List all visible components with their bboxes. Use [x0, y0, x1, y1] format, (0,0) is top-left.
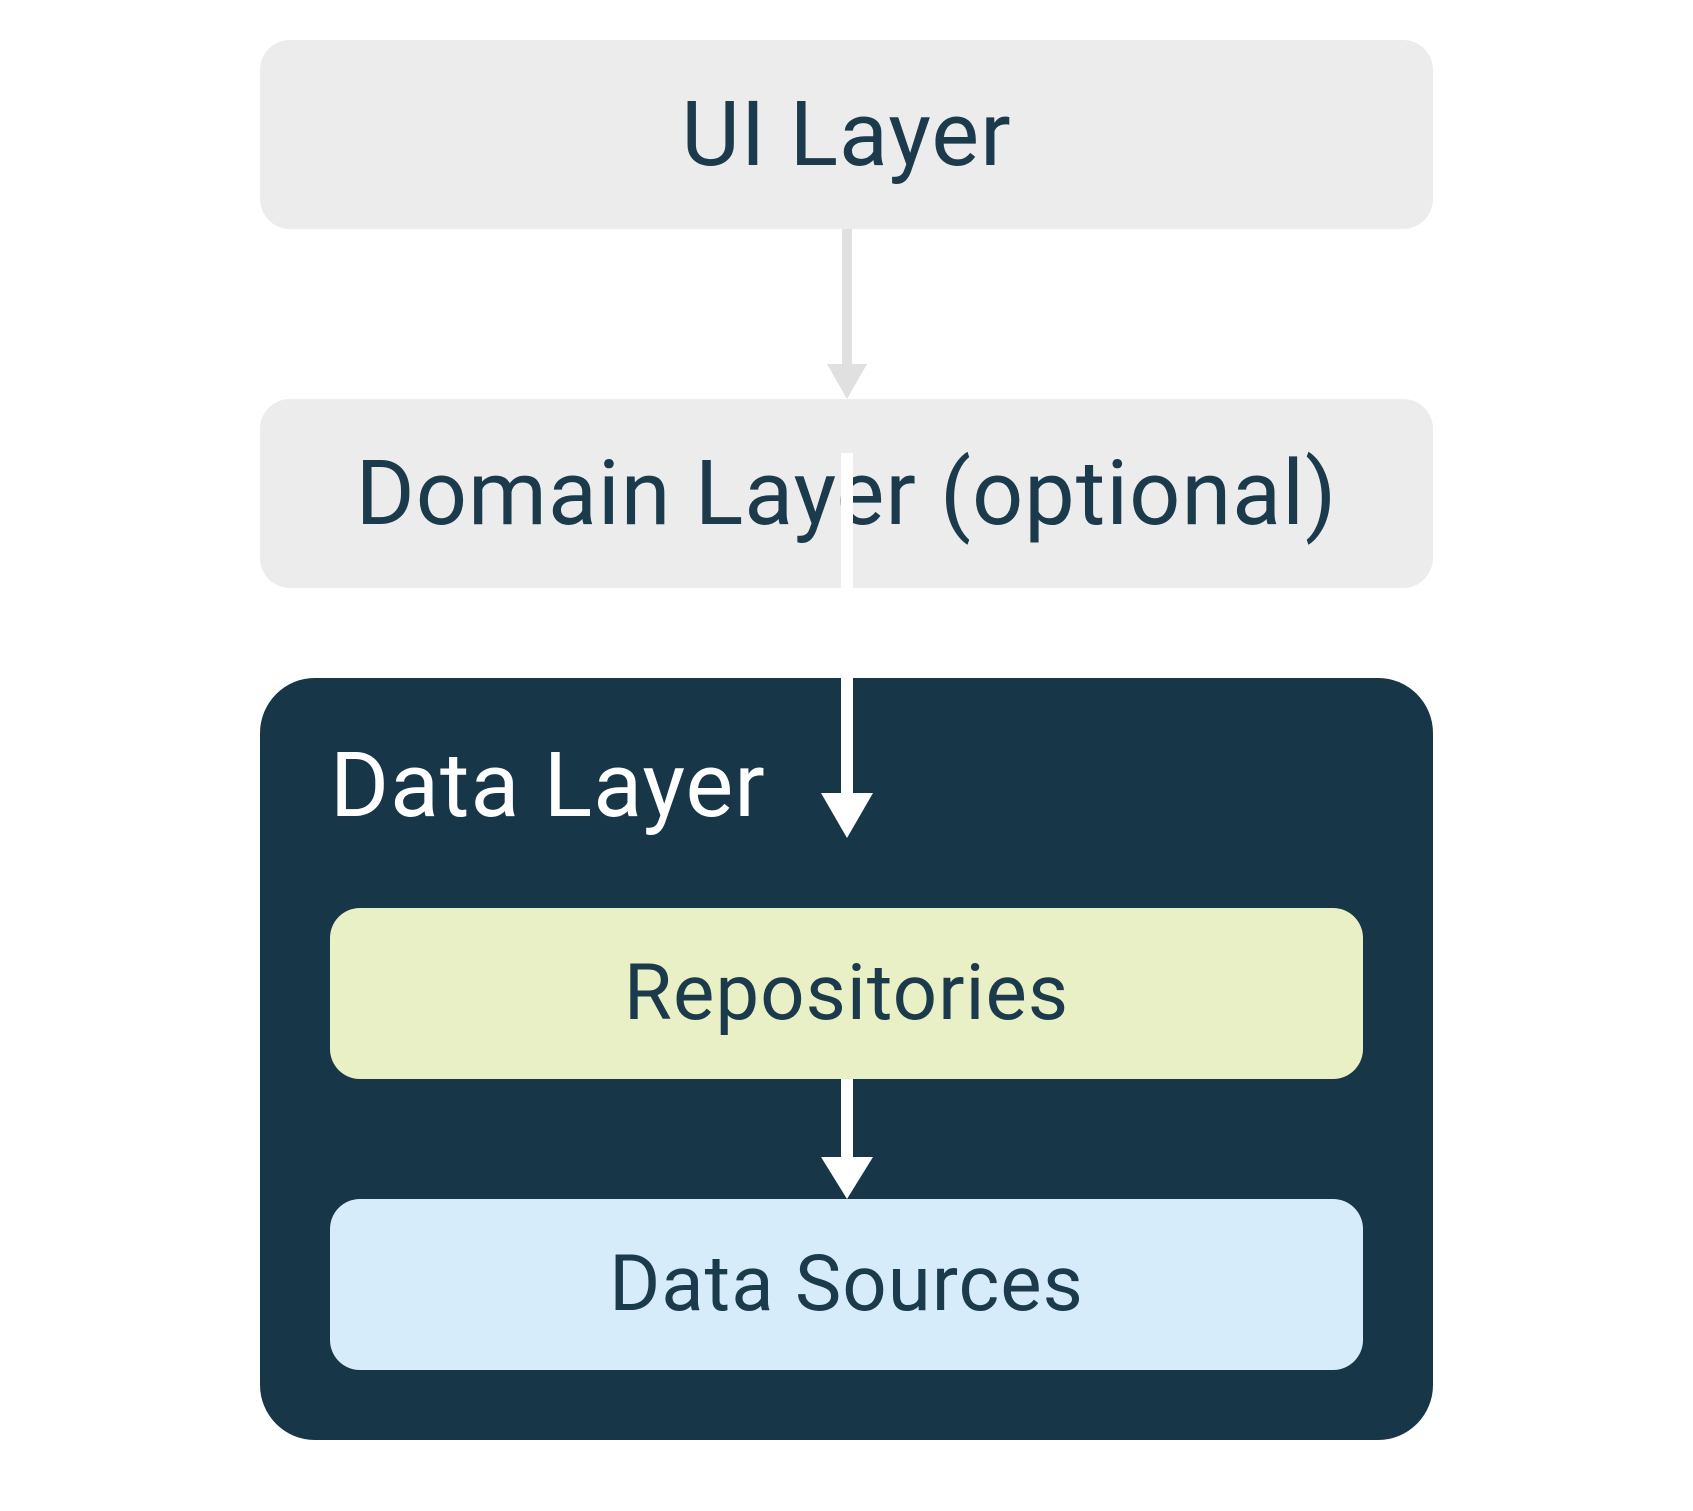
- data-sources-box: Data Sources: [330, 1199, 1363, 1370]
- repositories-box: Repositories: [330, 908, 1363, 1079]
- data-layer-container: Data Layer Repositories Data Sources: [260, 678, 1433, 1440]
- repositories-label: Repositories: [624, 948, 1069, 1039]
- ui-layer-box: UI Layer: [260, 40, 1433, 229]
- arrow-down-white-icon: [817, 1079, 877, 1199]
- arrow-repo-to-ds: [330, 1079, 1363, 1199]
- arrow-ui-to-domain: [260, 229, 1433, 399]
- data-layer-title: Data Layer: [330, 733, 1363, 838]
- arrow-domain-spacer: [260, 588, 1433, 678]
- domain-layer-label: Domain Layer (optional): [356, 441, 1338, 546]
- arrow-down-icon: [822, 229, 872, 399]
- domain-layer-box: Domain Layer (optional): [260, 399, 1433, 588]
- data-sources-label: Data Sources: [609, 1239, 1084, 1330]
- architecture-diagram: UI Layer Domain Layer (optional) Data La…: [260, 40, 1433, 1471]
- ui-layer-label: UI Layer: [681, 82, 1011, 187]
